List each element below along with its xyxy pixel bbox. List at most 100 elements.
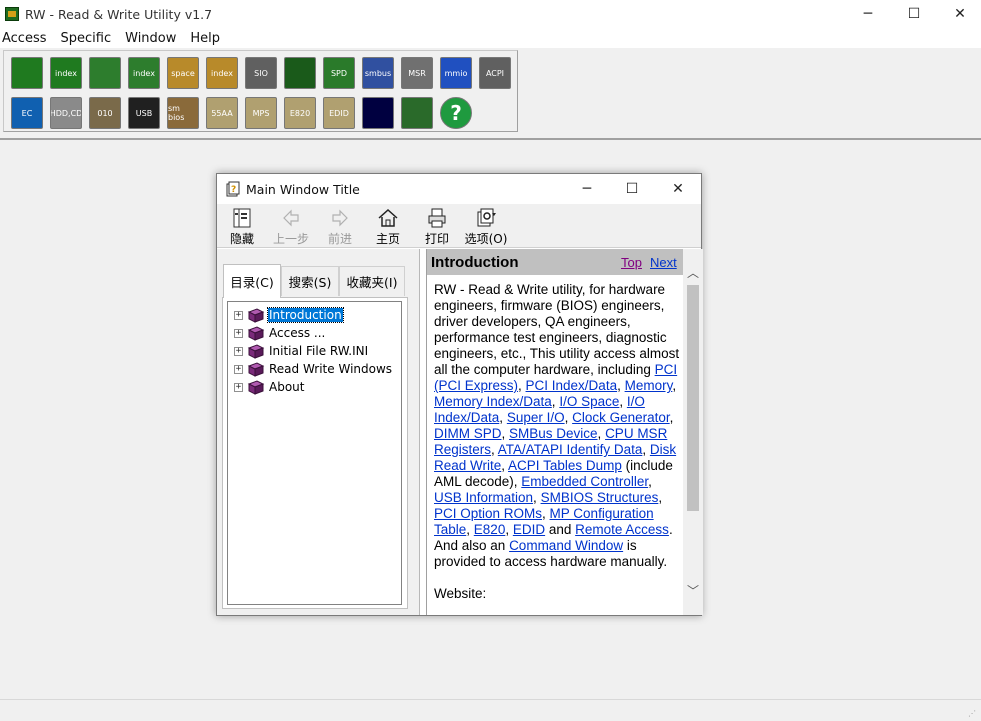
help-minimize-button[interactable]: ─ (564, 174, 610, 204)
top-link[interactable]: Top (621, 255, 642, 270)
super-io-button[interactable]: SIO (245, 57, 277, 89)
menu-specific[interactable]: Specific (59, 31, 114, 46)
dimm-spd-button[interactable]: SPD (323, 57, 355, 89)
mmio-button[interactable]: mmio (440, 57, 472, 89)
link-io-space[interactable]: I/O Space (559, 394, 619, 409)
scroll-down-icon[interactable]: ﹀ (683, 580, 703, 600)
tree-item[interactable]: + Initial File RW.INI (228, 342, 369, 360)
help-button[interactable]: ? (440, 97, 472, 129)
link-option-rom[interactable]: PCI Option ROMs (434, 506, 542, 521)
link-ec[interactable]: Embedded Controller (521, 474, 648, 489)
clock-generator-button[interactable] (284, 57, 316, 89)
tab-favorites[interactable]: 收藏夹(I) (339, 266, 405, 296)
memory-index-button[interactable]: index (128, 57, 160, 89)
option-rom-button[interactable]: 55AA (206, 97, 238, 129)
pci-card-button[interactable] (11, 57, 43, 89)
help-close-button[interactable]: ✕ (655, 174, 701, 204)
usb-button[interactable]: USB (128, 97, 160, 129)
app-title: RW - Read & Write Utility v1.7 (25, 6, 213, 22)
help-window-title: Main Window Title (246, 181, 360, 197)
link-acpi[interactable]: ACPI Tables Dump (508, 458, 622, 473)
tree-item[interactable]: + Access ... (228, 324, 326, 342)
website-label: Website: (434, 586, 487, 601)
maximize-button[interactable]: ☐ (891, 0, 937, 28)
ata-identify-button[interactable]: 010 (89, 97, 121, 129)
acpi-button[interactable]: ACPI (479, 57, 511, 89)
pci-index-button[interactable]: index (50, 57, 82, 89)
menu-window[interactable]: Window (123, 31, 178, 46)
disk-button[interactable]: HDD,CD (50, 97, 82, 129)
link-smbus[interactable]: SMBus Device (509, 426, 598, 441)
ata-identify-icon: 010 (97, 108, 113, 118)
help-body: 目录(C) 搜索(S) 收藏夹(I) + Introduction + Access … (217, 249, 703, 615)
smbus-button[interactable]: smbus (362, 57, 394, 89)
scroll-up-icon[interactable]: ︿ (683, 262, 703, 282)
topic-pane: Introduction Top Next RW - Read & Write … (419, 249, 703, 615)
expand-icon[interactable]: + (234, 328, 243, 338)
link-super-io[interactable]: Super I/O (507, 410, 565, 425)
menu-access[interactable]: Access (0, 31, 49, 46)
scrollbar-thumb[interactable] (687, 285, 699, 511)
disk-icon: HDD,CD (50, 108, 82, 118)
expand-icon[interactable]: + (234, 346, 243, 356)
topic-scrollbar[interactable]: ︿ ﹀ (683, 249, 703, 615)
io-space-icon: space (171, 68, 195, 78)
tree-item[interactable]: + About (228, 378, 305, 396)
forward-button[interactable]: 前进 (318, 207, 362, 247)
back-arrow-icon (283, 209, 299, 227)
usb-icon: USB (135, 108, 153, 118)
memory-button[interactable] (89, 57, 121, 89)
topic-frame: Introduction Top Next RW - Read & Write … (426, 249, 703, 615)
msr-button[interactable]: MSR (401, 57, 433, 89)
expand-icon[interactable]: + (234, 310, 243, 320)
hide-button[interactable]: 隐藏 (220, 207, 264, 247)
e820-icon: E820 (289, 108, 311, 118)
expand-icon[interactable]: + (234, 382, 243, 392)
menu-help[interactable]: Help (188, 31, 222, 46)
options-button[interactable]: 选项(O) (464, 207, 508, 247)
print-icon (428, 208, 446, 228)
link-usb[interactable]: USB Information (434, 490, 533, 505)
dimm-spd-icon: SPD (330, 68, 348, 78)
remote-access-button[interactable] (401, 97, 433, 129)
smbios-button[interactable]: sm bios (167, 97, 199, 129)
tab-contents[interactable]: 目录(C) (223, 264, 281, 298)
link-remote-access[interactable]: Remote Access (575, 522, 669, 537)
tree-item[interactable]: + Read Write Windows (228, 360, 393, 378)
msr-icon: MSR (408, 68, 426, 78)
help-maximize-button[interactable]: ☐ (609, 174, 655, 204)
tree-item[interactable]: + Introduction (228, 306, 344, 324)
link-e820[interactable]: E820 (474, 522, 506, 537)
e820-button[interactable]: E820 (284, 97, 316, 129)
tree-item-label: About (269, 380, 305, 394)
link-command-window[interactable]: Command Window (509, 538, 623, 553)
close-button[interactable]: ✕ (937, 0, 981, 28)
link-dimm-spd[interactable]: DIMM SPD (434, 426, 502, 441)
home-label: 主页 (375, 232, 400, 246)
forward-arrow-icon (332, 209, 348, 227)
link-edid[interactable]: EDID (513, 522, 545, 537)
tree-item-label: Introduction (267, 307, 344, 323)
back-button[interactable]: 上一步 (269, 207, 313, 247)
io-index-button[interactable]: index (206, 57, 238, 89)
link-memory-index[interactable]: Memory Index/Data (434, 394, 552, 409)
embedded-controller-button[interactable]: EC (11, 97, 43, 129)
link-clock-generator[interactable]: Clock Generator (572, 410, 670, 425)
link-ata[interactable]: ATA/ATAPI Identify Data (498, 442, 643, 457)
link-smbios[interactable]: SMBIOS Structures (541, 490, 659, 505)
io-space-button[interactable]: space (167, 57, 199, 89)
home-button[interactable]: 主页 (366, 207, 410, 247)
print-button[interactable]: 打印 (415, 207, 459, 247)
mp-table-button[interactable]: MPS (245, 97, 277, 129)
tab-search[interactable]: 搜索(S) (281, 266, 339, 296)
resize-grip-icon[interactable]: ⋰ (968, 709, 978, 719)
minimize-button[interactable]: ─ (845, 0, 891, 28)
home-icon (378, 208, 398, 227)
link-memory[interactable]: Memory (625, 378, 673, 393)
link-pci-index[interactable]: PCI Index/Data (526, 378, 618, 393)
expand-icon[interactable]: + (234, 364, 243, 374)
option-rom-icon: 55AA (211, 108, 233, 118)
next-link[interactable]: Next (650, 255, 677, 270)
edid-button[interactable]: EDID (323, 97, 355, 129)
command-window-button[interactable] (362, 97, 394, 129)
